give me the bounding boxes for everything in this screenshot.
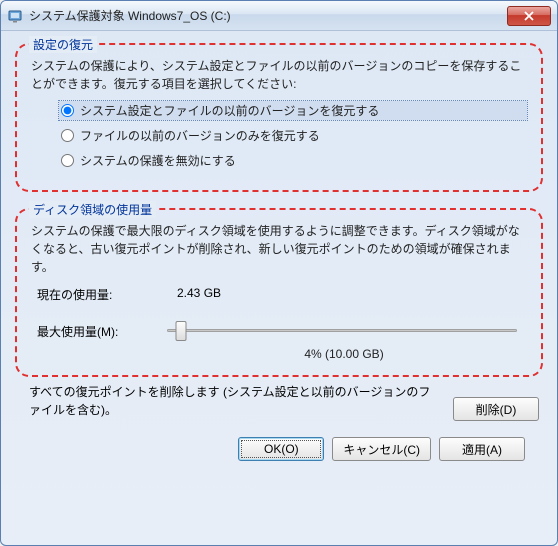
radio-input[interactable] <box>61 154 74 167</box>
system-protection-icon <box>7 8 23 24</box>
slider-track <box>167 329 517 332</box>
restore-settings-group: 設定の復元 システムの保護により、システム設定とファイルの以前のバージョンのコピ… <box>15 43 543 192</box>
window-title: システム保護対象 Windows7_OS (C:) <box>29 7 507 24</box>
delete-description: すべての復元ポイントを削除します (システム設定と以前のバージョンのファイルを含… <box>29 383 439 419</box>
apply-button[interactable]: 適用(A) <box>439 437 525 461</box>
dialog-footer: OK(O) キャンセル(C) 適用(A) <box>15 431 543 461</box>
disk-usage-legend: ディスク領域の使用量 <box>29 201 156 218</box>
max-usage-row: 最大使用量(M): <box>37 319 527 343</box>
current-usage-label: 現在の使用量: <box>37 286 177 303</box>
radio-input[interactable] <box>61 104 74 117</box>
cancel-button[interactable]: キャンセル(C) <box>332 437 431 461</box>
slider-thumb[interactable] <box>176 321 187 341</box>
current-usage-row: 現在の使用量: 2.43 GB <box>37 286 527 303</box>
restore-settings-desc: システムの保護により、システム設定とファイルの以前のバージョンのコピーを保存する… <box>31 57 527 93</box>
radio-label: システム設定とファイルの以前のバージョンを復元する <box>80 102 379 119</box>
disk-usage-group: ディスク領域の使用量 システムの保護で最大限のディスク領域を使用するように調整で… <box>15 208 543 377</box>
restore-option-system-and-files[interactable]: システム設定とファイルの以前のバージョンを復元する <box>59 101 527 120</box>
restore-radio-list: システム設定とファイルの以前のバージョンを復元する ファイルの以前のバージョンの… <box>59 101 527 170</box>
radio-input[interactable] <box>61 129 74 142</box>
current-usage-value: 2.43 GB <box>177 286 221 303</box>
restore-option-disable[interactable]: システムの保護を無効にする <box>59 151 527 170</box>
slider-value-text: 4% (10.00 GB) <box>161 347 527 361</box>
ok-button[interactable]: OK(O) <box>238 437 324 461</box>
dialog-window: システム保護対象 Windows7_OS (C:) 設定の復元 システムの保護に… <box>0 0 558 546</box>
radio-label: ファイルの以前のバージョンのみを復元する <box>80 127 320 144</box>
restore-option-files-only[interactable]: ファイルの以前のバージョンのみを復元する <box>59 126 527 145</box>
restore-settings-legend: 設定の復元 <box>29 36 97 53</box>
dialog-content: 設定の復元 システムの保護により、システム設定とファイルの以前のバージョンのコピ… <box>1 31 557 471</box>
disk-usage-desc: システムの保護で最大限のディスク領域を使用するように調整できます。ディスク領域が… <box>31 222 527 276</box>
titlebar[interactable]: システム保護対象 Windows7_OS (C:) <box>1 1 557 31</box>
max-usage-slider[interactable] <box>167 319 517 343</box>
radio-label: システムの保護を無効にする <box>80 152 236 169</box>
close-button[interactable] <box>507 6 551 26</box>
delete-restore-points-row: すべての復元ポイントを削除します (システム設定と以前のバージョンのファイルを含… <box>29 383 539 421</box>
max-usage-label: 最大使用量(M): <box>37 323 167 340</box>
delete-button[interactable]: 削除(D) <box>453 397 539 421</box>
